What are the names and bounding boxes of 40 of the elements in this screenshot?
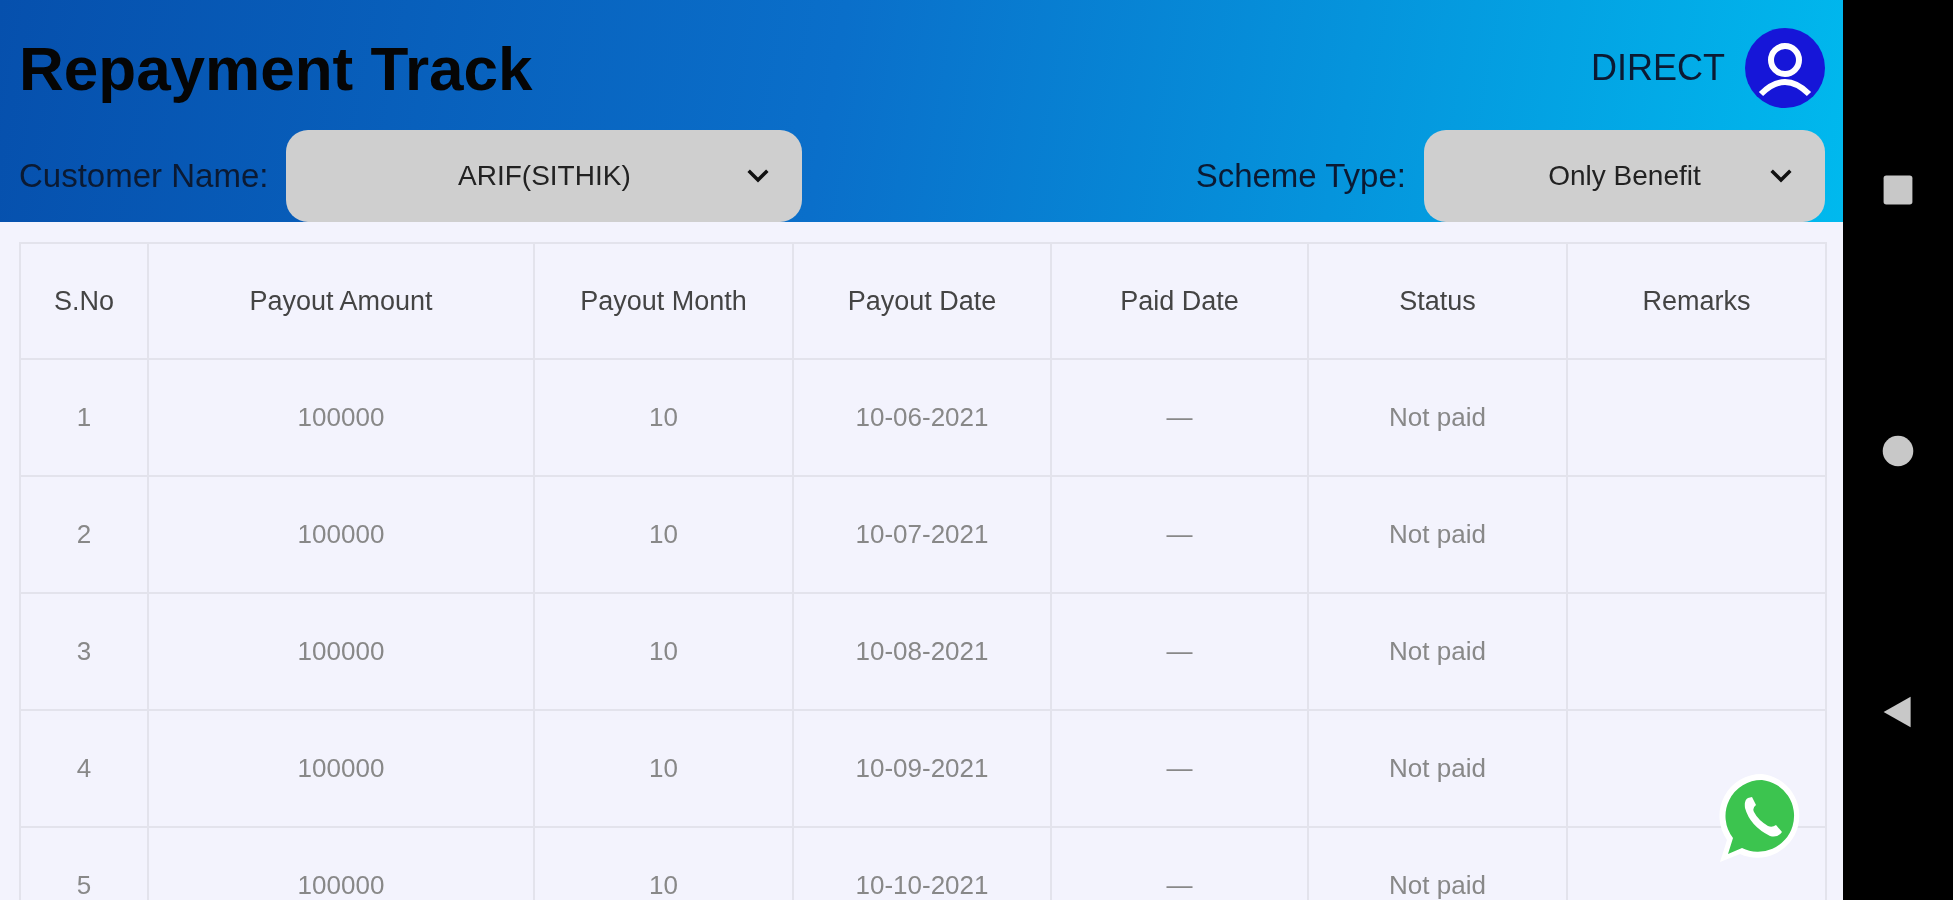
table-cell: 4 <box>20 710 148 827</box>
table-cell: Not paid <box>1308 593 1567 710</box>
table-cell: — <box>1051 710 1308 827</box>
table-cell: 100000 <box>148 476 534 593</box>
table-cell: Not paid <box>1308 359 1567 476</box>
user-label: DIRECT <box>1591 47 1725 89</box>
table-cell: Not paid <box>1308 710 1567 827</box>
table-cell: — <box>1051 359 1308 476</box>
dropdown[interactable]: ARIF(SITHIK) <box>286 130 803 222</box>
column-header: Remarks <box>1567 243 1826 359</box>
column-header: Payout Amount <box>148 243 534 359</box>
table-cell: 2 <box>20 476 148 593</box>
table-cell: 10 <box>534 593 793 710</box>
table-cell: — <box>1051 593 1308 710</box>
filter-label: Customer Name: <box>19 157 269 195</box>
home-icon[interactable] <box>1880 433 1916 469</box>
table-cell: 10 <box>534 710 793 827</box>
column-header: Status <box>1308 243 1567 359</box>
table-cell: 10-09-2021 <box>793 710 1051 827</box>
avatar-icon[interactable] <box>1745 28 1825 108</box>
table-cell: 10-08-2021 <box>793 593 1051 710</box>
page-title: Repayment Track <box>19 32 533 104</box>
table-cell: 5 <box>20 827 148 900</box>
table-cell: Not paid <box>1308 476 1567 593</box>
table-cell: 10-07-2021 <box>793 476 1051 593</box>
table-cell: 100000 <box>148 710 534 827</box>
column-header: Payout Month <box>534 243 793 359</box>
table-cell: 10 <box>534 359 793 476</box>
table-cell: 10 <box>534 476 793 593</box>
table-cell: 1 <box>20 359 148 476</box>
table-cell: 100000 <box>148 359 534 476</box>
filter-label: Scheme Type: <box>1195 157 1406 195</box>
table-cell: 100000 <box>148 593 534 710</box>
table-cell: 10-06-2021 <box>793 359 1051 476</box>
column-header: S.No <box>20 243 148 359</box>
table-cell: — <box>1051 476 1308 593</box>
column-header: Payout Date <box>793 243 1051 359</box>
table-cell: 3 <box>20 593 148 710</box>
column-header: Paid Date <box>1051 243 1308 359</box>
dropdown[interactable]: Only Benefit <box>1424 130 1825 222</box>
